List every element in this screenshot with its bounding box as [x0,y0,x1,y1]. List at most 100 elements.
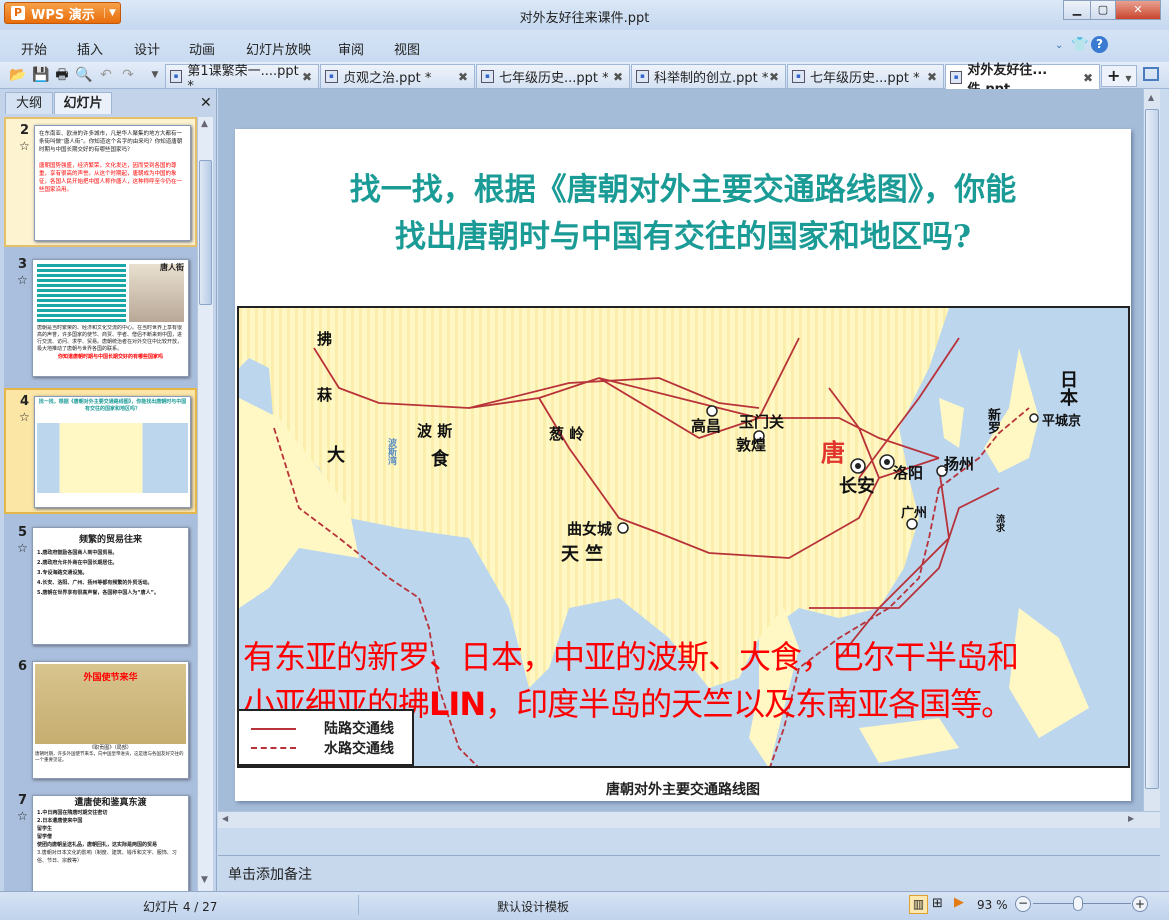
close-tab-icon[interactable]: ✖ [458,70,468,84]
slides-pane: 大纲 幻灯片 ✕ 2 ☆ 在东南亚、欧洲的许多城市，凡是华人聚集的地方大都有一条… [0,89,217,892]
skin-icon[interactable]: 👕 [1071,37,1088,53]
scroll-left-icon[interactable]: ◀ [222,814,228,823]
map-label-tianzhu: 天 竺 [561,544,604,565]
horizontal-scrollbar[interactable]: ◀ ▶ [218,811,1160,828]
slide-title[interactable]: 找一找，根据《唐朝对外主要交通路线图》，你能 找出唐朝时与中国有交往的国家和地区… [235,167,1131,261]
thumb-red-text: 你知道唐朝时期与中国长期交好的有哪些国家吗 [57,354,163,360]
map-label-guangzhou: 广州 [901,506,928,521]
tab-slides[interactable]: 幻灯片 [54,92,112,114]
slide-thumbnail-4-selected[interactable]: 4 ☆ 找一找，根据《唐朝对外主要交通路线图》，你能找出唐朝时与中国有交往的国家… [4,388,197,514]
zoom-out-button[interactable]: − [1015,896,1031,912]
tab-list-icon[interactable] [1143,67,1159,81]
slide-sorter-icon[interactable]: ⊞ [932,896,943,911]
map-label-da: 大 [327,445,345,466]
print-preview-icon[interactable]: 🔍 [75,66,93,84]
close-tab-icon[interactable]: ✖ [613,70,623,84]
zoom-slider-thumb[interactable] [1073,896,1083,911]
notes-pane[interactable]: 单击添加备注 [218,855,1160,891]
status-bar: 幻灯片 4 / 27 默认设计模板 ▥ ⊞ ▶ 93 % − + [0,891,1169,920]
thumbnail-scrollbar[interactable]: ▲ ▼ [197,117,213,892]
slide-thumbnail-6[interactable]: 6 外国使节来华 《职贡图》（局部） 唐朝时期，许多外国使节来华，向中国皇帝进贡… [4,655,197,780]
thumb-teal-text-block [37,264,126,322]
menu-animation[interactable]: 动画 [189,39,215,58]
print-icon[interactable]: 🖶 [53,66,71,84]
menu-review[interactable]: 审阅 [338,39,364,58]
slide-thumbnail-2[interactable]: 2 ☆ 在东南亚、欧洲的许多城市，凡是华人聚集的地方大都有一条街叫做“唐人街”。… [4,117,197,247]
map-label-persian-gulf: 波斯湾 [386,438,396,465]
maximize-button[interactable]: ▢ [1090,0,1116,20]
thumb-text: 在东南亚、欧洲的许多城市，凡是华人聚集的地方大都有一条街叫做“唐人街”。你知道这… [39,131,183,153]
customize-toolbar-icon[interactable]: ▼ [146,66,164,84]
save-icon[interactable]: 💾 [32,66,50,84]
map-legend: 陆路交通线 水路交通线 [237,709,414,766]
thumb-item: 使团向唐朝呈送礼品，唐朝回礼，这实际是两国的贸易 [37,842,158,848]
close-pane-icon[interactable]: ✕ [200,95,212,111]
doc-tab-active[interactable]: ▪对外友好往...件.ppt✖ [945,63,1100,97]
close-tab-icon[interactable]: ✖ [1083,71,1093,85]
slide-number: 5 [18,525,28,540]
doc-tab[interactable]: ▪ 贞观之治.ppt * ✖ [320,64,475,88]
map-label-qunvcheng: 曲女城 [567,520,613,538]
zoom-in-button[interactable]: + [1132,896,1148,912]
scroll-right-icon[interactable]: ▶ [1128,814,1134,823]
doc-tab[interactable]: ▪ 七年级历史...ppt * ✖ [787,64,944,88]
answer-line-2-c: ，印度半岛的天竺以及东南亚各国等。 [485,685,1013,723]
undo-icon[interactable]: ↶ [97,66,115,84]
ppt-file-icon: ▪ [950,71,963,84]
slide-thumbnail-7[interactable]: 7 ☆ 遣唐使和鉴真东渡 1.中日两国在隋唐时期交往密切 2.日本遣唐使来中国 … [4,789,197,892]
normal-view-icon[interactable]: ▥ [909,895,928,914]
chinatown-image: 唐人街 [129,264,184,322]
vertical-scrollbar[interactable]: ▲ [1143,89,1160,811]
tab-outline[interactable]: 大纲 [5,92,53,114]
menu-slideshow[interactable]: 幻灯片放映 [246,39,311,58]
thumb-map-image [37,423,188,493]
scroll-down-icon[interactable]: ▼ [201,875,208,885]
slide-thumbnail-5[interactable]: 5 ☆ 频繁的贸易往来 1.唐政府鼓励各国商人到中国贸易。 2.唐政府允许外商在… [4,521,197,646]
menu-design[interactable]: 设计 [134,39,160,58]
slide-thumbnail-3[interactable]: 3 ☆ 唐人街 唐朝是当时繁荣的、经济和文化交流的中心。在当时世界上享有很高的声… [4,253,197,383]
help-icon[interactable]: ? [1091,36,1108,53]
map-label-fu: 拂 [317,330,333,348]
menu-view[interactable]: 视图 [394,39,420,58]
thumb-item: 3.唐朝对日本文化的影响（制度、建筑、钱币和文字、服饰、习俗、节日、宗教等） [37,850,177,864]
close-tab-icon[interactable]: ✖ [769,70,779,84]
menu-insert[interactable]: 插入 [77,39,103,58]
doc-tab-label: 七年级历史...ppt * [810,71,920,86]
minimize-button[interactable]: ▁ [1063,0,1091,20]
ppt-file-icon: ▪ [792,70,805,83]
redo-icon[interactable]: ↷ [119,66,137,84]
close-button[interactable]: ✕ [1115,0,1161,20]
scrollbar-thumb[interactable] [1145,109,1159,789]
map-label-congling: 葱 岭 [549,425,585,443]
map-label-tang: 唐 [821,439,845,467]
map-caption: 唐朝对外主要交通路线图 [606,782,760,798]
slideshow-icon[interactable]: ▶ [954,895,964,910]
thumb-item: 4.长安、洛阳、广州、扬州等都有频繁的外贸活动。 [37,580,153,586]
scroll-up-icon[interactable]: ▲ [201,119,208,129]
ppt-file-icon: ▪ [636,70,649,83]
scrollbar-thumb[interactable] [199,160,212,305]
slide-canvas[interactable]: 找一找，根据《唐朝对外主要交通路线图》，你能 找出唐朝时与中国有交往的国家和地区… [235,129,1131,801]
collapse-ribbon-icon[interactable]: ⌄ [1055,40,1063,51]
new-tab-button[interactable]: + ▼ [1101,65,1137,87]
close-tab-icon[interactable]: ✖ [927,70,937,84]
map-label-gaochang: 高昌 [691,417,722,435]
ppt-file-icon: ▪ [325,70,338,83]
ppt-file-icon: ▪ [481,70,494,83]
doc-tab[interactable]: ▪ 七年级历史...ppt * ✖ [476,64,630,88]
thumb-title: 频繁的贸易往来 [78,535,142,545]
thumb-item: 留学僧 [37,834,53,840]
thumb-title: 外国使节来华 [83,673,138,683]
doc-tab[interactable]: ▪ 科举制的创立.ppt * ✖ [631,64,786,88]
doc-tab[interactable]: ▪ 第1课繁荣一....ppt * ✖ [165,64,319,94]
menu-home[interactable]: 开始 [21,39,47,58]
scroll-up-icon[interactable]: ▲ [1148,93,1154,102]
close-tab-icon[interactable]: ✖ [302,70,312,84]
open-icon[interactable]: 📂 [9,66,27,84]
title-line-1: 找一找，根据《唐朝对外主要交通路线图》，你能 [349,172,1017,208]
map-label-lin: 菻 [317,386,333,404]
legend-land: 陆路交通线 [324,721,394,737]
map-label-riben: 日本 [1057,370,1078,406]
land-route-line-icon [251,728,296,730]
slide-number: 4 [20,394,30,409]
